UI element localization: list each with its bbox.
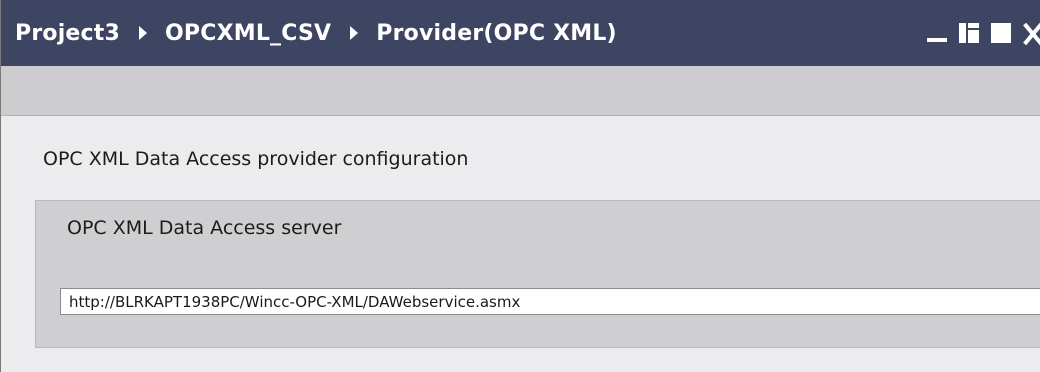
breadcrumb-item-project[interactable]: Project3 [15,21,120,46]
breadcrumb-separator-icon [350,26,359,40]
breadcrumb-separator-icon [139,26,148,40]
window-controls [917,0,1040,66]
server-group: OPC XML Data Access server [35,200,1040,348]
minimize-icon[interactable] [925,21,949,45]
breadcrumb-item-device[interactable]: OPCXML_CSV [165,21,331,46]
server-url-input[interactable] [60,288,1040,315]
editor-window: Project3 OPCXML_CSV Provider(OPC XML) OP… [0,0,1040,372]
toolbar [1,66,1040,116]
maximize-icon[interactable] [989,21,1013,45]
breadcrumb: Project3 OPCXML_CSV Provider(OPC XML) [1,21,617,46]
title-bar: Project3 OPCXML_CSV Provider(OPC XML) [1,0,1040,66]
close-icon[interactable] [1021,21,1040,45]
float-icon[interactable] [957,21,981,45]
page-title: OPC XML Data Access provider configurati… [43,148,469,170]
main-content: OPC XML Data Access provider configurati… [1,116,1040,372]
server-group-title: OPC XML Data Access server [67,217,342,239]
breadcrumb-item-provider[interactable]: Provider(OPC XML) [376,21,617,46]
